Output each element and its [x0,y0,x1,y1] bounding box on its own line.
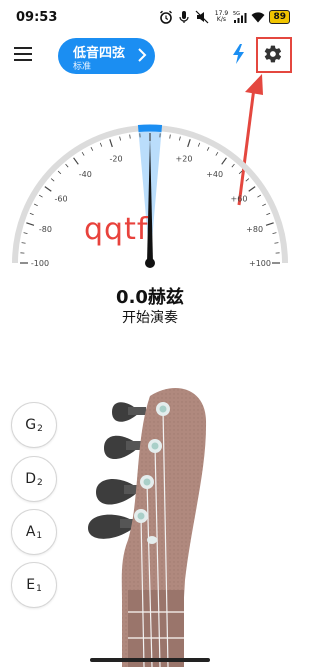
gauge-tick [262,203,267,207]
gauge-tick [187,139,191,148]
mute-icon [196,10,209,24]
net-speed: 17.9 K/s [213,11,229,23]
gauge-tick [231,163,235,168]
gauge-label-right: +100 [249,259,271,268]
gauge-tick [197,142,201,147]
gauge-tick [179,136,181,141]
string-note: D [25,471,37,487]
gauge-tick [81,151,85,156]
tuning-selector-button[interactable]: 低音四弦 标准 [58,38,155,74]
gauge-label-left: -80 [39,225,52,234]
string-note: A [25,524,36,540]
gauge-tick [257,194,262,198]
watermark-text: qqtf [84,212,149,247]
string-octave: 1 [36,584,42,594]
frequency-readout: 0.0赫兹 [116,287,184,308]
gauge-center-zone [137,124,163,133]
gauge-tick [23,232,28,234]
settings-area [256,37,292,73]
gauge-tick [73,157,79,165]
gauge-label-left: -20 [109,154,122,163]
gauge-label-left: -100 [31,259,49,268]
gauge-tick [21,242,26,244]
tuning-gauge: -20 -40 -60 -80 -100 +20 +40 +60 +80 +100 [12,124,288,268]
gauge-tick [265,222,274,226]
gauge-label-right: +80 [246,225,263,234]
gesture-nav-bar[interactable] [90,658,210,662]
gauge-tick [272,232,277,234]
menu-icon[interactable] [14,45,34,63]
gauge-tick [238,170,243,175]
string-octave: 2 [37,478,43,488]
gauge-tick [221,157,227,165]
gauge-label-right: +20 [176,154,193,163]
gauge-label-left: -40 [79,170,92,179]
battery-indicator: 89 [269,10,290,24]
wifi-icon [251,12,265,23]
status-bar: 09:53 17.9 K/s 5G 89 [0,0,300,34]
string-button-a1[interactable]: A1 [11,509,57,555]
gauge-tick [119,136,121,141]
string-button-e1[interactable]: E1 [11,562,57,608]
gauge-tick [38,194,43,198]
gauge-needle-hub [145,258,155,268]
gauge-tick [215,151,219,156]
gauge-tick [90,146,94,151]
gauge-tick [169,134,171,139]
network-type: 5G [233,11,240,17]
chevron-right-icon [138,48,147,62]
gauge-tick [33,203,38,207]
gauge-label-right: +60 [231,194,248,203]
gauge-tick [248,186,256,192]
gauge-tick [26,222,35,226]
gauge-tick [206,146,210,151]
tuning-status: 开始演奏 [122,310,178,326]
gauge-label-left: -60 [54,194,67,203]
gauge-tick [129,134,131,139]
signal-icon: 5G [233,11,247,23]
status-time: 09:53 [16,10,58,25]
string-button-g2[interactable]: G2 [11,402,57,448]
gauge-tick [44,186,52,192]
tuning-subtitle: 标准 [73,62,92,72]
net-speed-unit: K/s [216,16,227,23]
gauge-tick [29,212,34,216]
flash-icon[interactable] [232,44,246,64]
string-octave: 1 [36,531,43,541]
gauge-tick [57,170,62,175]
gauge-tick [99,142,103,147]
string-note: E [26,577,36,593]
gauge-tick [109,139,113,148]
gauge-tick [266,212,271,216]
string-octave: 2 [37,424,43,434]
gauge-tick [65,163,69,168]
alarm-icon [160,10,173,24]
string-button-d2[interactable]: D2 [11,456,57,502]
gauge-label-right: +40 [206,170,223,179]
status-icons: 17.9 K/s 5G 89 [159,9,290,25]
string-note: G [25,417,37,433]
gauge-tick [50,178,55,182]
mic-icon [179,11,190,23]
gear-icon[interactable] [263,44,283,64]
gauge-tick [245,178,250,182]
gauge-tick [274,242,279,244]
